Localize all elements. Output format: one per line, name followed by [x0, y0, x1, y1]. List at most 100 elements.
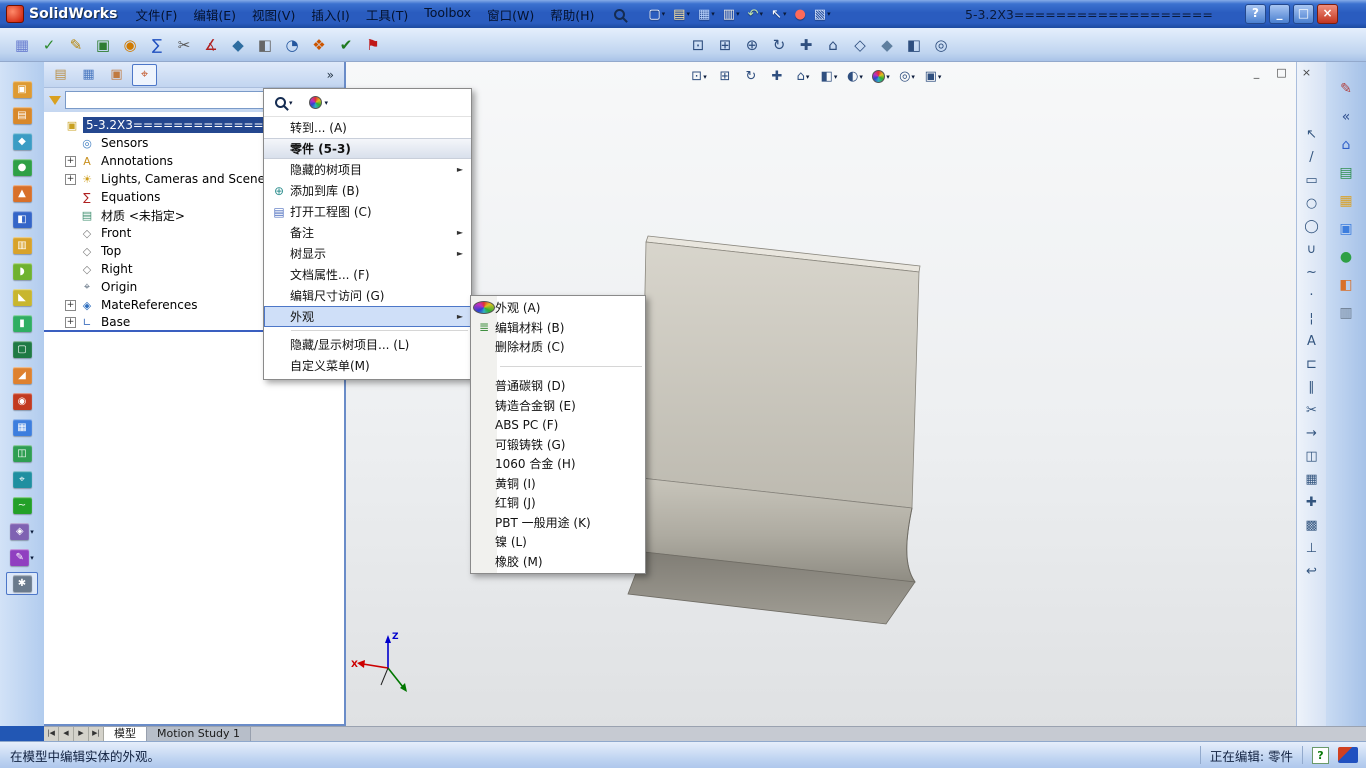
favorites-tool-icon[interactable]: ▣: [6, 78, 38, 101]
pane-pencil-icon[interactable]: ✎: [1332, 78, 1360, 100]
note-icon[interactable]: ✎: [64, 32, 88, 57]
quick-tips-help-icon[interactable]: ?: [1312, 746, 1329, 764]
menu-help[interactable]: 帮助(H): [542, 2, 602, 27]
camera-view-icon[interactable]: ◎: [929, 32, 953, 57]
select-icon[interactable]: ↖: [1300, 124, 1324, 145]
instant3d-icon[interactable]: ◈ ▾: [6, 520, 38, 543]
open-icon[interactable]: ▤ ▾: [670, 3, 693, 25]
pane-collapse-icon[interactable]: «: [1332, 106, 1360, 128]
rebuild-icon[interactable]: ●: [791, 3, 808, 25]
tab-motion-study[interactable]: Motion Study 1: [147, 727, 252, 741]
submenu-copper[interactable]: 红铜 (J): [471, 493, 645, 513]
menu-insert[interactable]: 插入(I): [303, 2, 357, 27]
submenu-edit-material[interactable]: ≣ 编辑材料 (B): [471, 318, 645, 338]
tab-last-button[interactable]: ▶|: [89, 727, 104, 741]
curves-tool-icon[interactable]: ~: [6, 494, 38, 517]
part-model[interactable]: [621, 227, 931, 637]
submenu-abs-pc[interactable]: ABS PC (F): [471, 415, 645, 435]
shell-tool-icon[interactable]: ▢: [6, 338, 38, 361]
displaymanager-tab[interactable]: ⌖: [132, 63, 157, 86]
child-minimize-button[interactable]: _: [1247, 66, 1266, 82]
submenu-pbt-general[interactable]: PBT 一般用途 (K): [471, 513, 645, 533]
spell-check-icon[interactable]: ✓: [37, 32, 61, 57]
mirror-entities-icon[interactable]: ◫: [1300, 446, 1324, 467]
decals-icon[interactable]: ◧: [1332, 274, 1360, 296]
submenu-nickel[interactable]: 镍 (L): [471, 532, 645, 552]
text-sketch-icon[interactable]: A: [1300, 331, 1324, 352]
submenu-cast-alloy-steel[interactable]: 铸造合金钢 (E): [471, 396, 645, 416]
options-icon[interactable]: ▧ ▾: [811, 3, 834, 25]
sketch-grid-icon[interactable]: ▦: [10, 32, 34, 57]
menu-tree-display[interactable]: 树显示 ►: [264, 243, 471, 264]
menu-appearance-button[interactable]: ▾: [306, 94, 332, 111]
panel-overflow-chevron[interactable]: »: [327, 68, 334, 82]
print-icon[interactable]: ▥ ▾: [720, 3, 743, 25]
extrude-tool-icon[interactable]: ▤: [6, 104, 38, 127]
undo-icon[interactable]: ↶ ▾: [745, 3, 766, 25]
circle-icon[interactable]: ○: [1300, 193, 1324, 214]
zoom-area-icon[interactable]: ⊞: [713, 32, 737, 57]
menu-hidden-tree-items[interactable]: 隐藏的树项目 ►: [264, 159, 471, 180]
pan-icon[interactable]: ✚: [794, 32, 818, 57]
hole-wizard-icon[interactable]: ◉: [6, 390, 38, 413]
submenu-separator[interactable]: [471, 357, 645, 377]
menu-tools[interactable]: 工具(T): [358, 2, 416, 27]
spline-icon[interactable]: ~: [1300, 262, 1324, 283]
menu-appearance[interactable]: 外观 ►: [264, 306, 471, 327]
view-orientation-icon[interactable]: ⌂ ▾: [792, 66, 814, 87]
submenu-delete-material[interactable]: 删除材质 (C): [471, 337, 645, 357]
revolve-tool-icon[interactable]: ◆: [6, 130, 38, 153]
tab-prev-button[interactable]: ◀: [59, 727, 74, 741]
chamfer-tool-icon[interactable]: ◣: [6, 286, 38, 309]
shaded-icon[interactable]: ◆: [875, 32, 899, 57]
menu-part-header[interactable]: 零件 (5-3): [264, 138, 471, 159]
menu-hide-show-tree[interactable]: 隐藏/显示树项目... (L): [264, 334, 471, 355]
sketch-tools-icon[interactable]: ✎ ▾: [6, 546, 38, 569]
rotate-view-icon[interactable]: ↻: [767, 32, 791, 57]
arc-icon[interactable]: ∪: [1300, 239, 1324, 260]
menu-goto[interactable]: 转到... (A): [264, 117, 471, 138]
propertymanager-tab[interactable]: ▦: [76, 64, 101, 86]
menu-file[interactable]: 文件(F): [127, 2, 185, 27]
featuremanager-tab[interactable]: ▤: [48, 64, 73, 86]
menu-view[interactable]: 视图(V): [244, 2, 303, 27]
move-entities-icon[interactable]: ✚: [1300, 492, 1324, 513]
menu-dimension-access[interactable]: 编辑尺寸访问 (G): [264, 285, 471, 306]
zoom-area-hud-icon[interactable]: ⊞: [714, 66, 736, 87]
equation-icon[interactable]: ∑: [145, 32, 169, 57]
maximize-button[interactable]: □: [1293, 4, 1314, 24]
configurationmanager-tab[interactable]: ▣: [104, 64, 129, 86]
line-icon[interactable]: /: [1300, 147, 1324, 168]
trim-icon[interactable]: ✂: [172, 32, 196, 57]
menu-open-drawing[interactable]: ▤ 打开工程图 (C): [264, 201, 471, 222]
submenu-malleable-cast-iron[interactable]: 可锻铸铁 (G): [471, 435, 645, 455]
cut-tool-icon[interactable]: ▥: [6, 234, 38, 257]
zoom-in-out-icon[interactable]: ⊕: [740, 32, 764, 57]
view-palette-icon[interactable]: ▣: [1332, 218, 1360, 240]
loft-tool-icon[interactable]: ▲: [6, 182, 38, 205]
exploded-view-icon[interactable]: ❖: [307, 32, 331, 57]
edit-appearance-tool-icon[interactable]: ✱: [6, 572, 38, 595]
file-explorer-icon[interactable]: ▦: [1332, 190, 1360, 212]
appearances-scenes-icon[interactable]: ●: [1332, 246, 1360, 268]
grid-snap-icon[interactable]: ▩: [1300, 515, 1324, 536]
boundary-tool-icon[interactable]: ◧: [6, 208, 38, 231]
view-settings-icon[interactable]: ▣ ▾: [922, 66, 944, 87]
submenu-rubber[interactable]: 橡胶 (M): [471, 552, 645, 572]
menu-zoom-button[interactable]: ▾: [272, 95, 296, 110]
edit-appearance-hud-icon[interactable]: ▾: [870, 66, 892, 87]
apply-scene-icon[interactable]: ◎ ▾: [896, 66, 918, 87]
menu-customize[interactable]: 自定义菜单(M): [264, 355, 471, 376]
select-arrow-icon[interactable]: ↖ ▾: [768, 3, 789, 25]
flag-icon[interactable]: ⚑: [361, 32, 385, 57]
design-check-icon[interactable]: ▣: [91, 32, 115, 57]
stopwatch-icon[interactable]: ◔: [280, 32, 304, 57]
custom-properties-icon[interactable]: ▥: [1332, 302, 1360, 324]
tab-next-button[interactable]: ▶: [74, 727, 89, 741]
zoom-fit-hud-icon[interactable]: ⊡ ▾: [688, 66, 710, 87]
search-icon[interactable]: [610, 8, 629, 20]
tab-model[interactable]: 模型: [104, 727, 147, 741]
measure-icon[interactable]: ∡: [199, 32, 223, 57]
child-close-button[interactable]: ×: [1297, 66, 1316, 82]
menu-comment[interactable]: 备注 ►: [264, 222, 471, 243]
